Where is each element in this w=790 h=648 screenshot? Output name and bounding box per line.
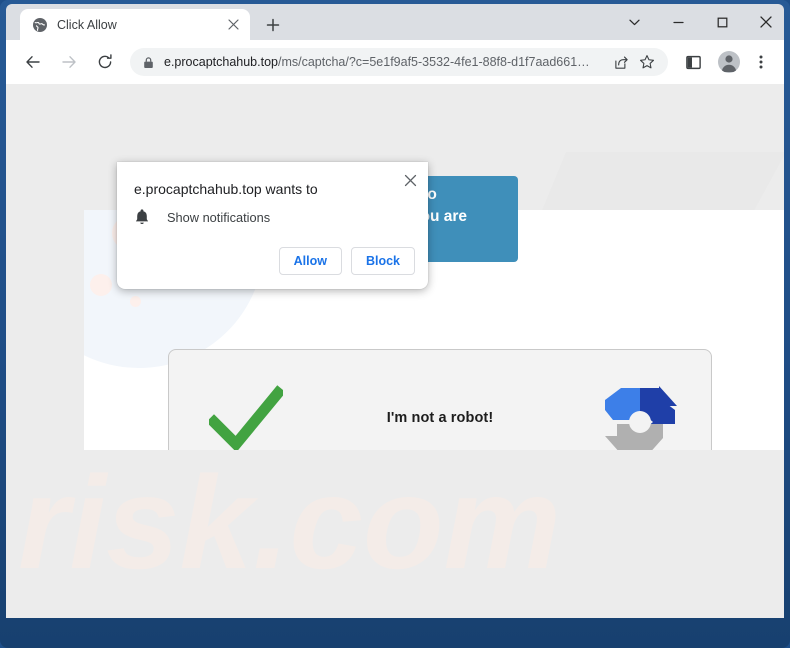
address-bar[interactable]: e.procaptchahub.top/ms/captcha/?c=5e1f9a…: [130, 48, 668, 76]
globe-icon: [33, 17, 47, 32]
reload-button[interactable]: [90, 47, 120, 77]
url-path: /ms/captcha/?c=5e1f9af5-3532-4fe1-88f8-d…: [277, 55, 590, 69]
browser-tab[interactable]: Click Allow: [20, 9, 250, 40]
chevron-down-icon: [628, 19, 640, 25]
dialog-title: e.procaptchahub.top wants to: [134, 181, 318, 197]
three-dot-menu-icon: [759, 55, 763, 69]
promo-banner: Click «Allow» to confirm that you are no…: [422, 176, 518, 262]
arrow-left-icon: [26, 56, 40, 68]
plus-icon: [266, 18, 280, 32]
maximize-button[interactable]: [700, 6, 744, 38]
green-checkmark-icon: [209, 385, 283, 450]
permission-request-row: Show notifications: [134, 208, 270, 226]
lock-icon: [144, 56, 153, 68]
reload-icon: [98, 54, 112, 69]
tab-title: Click Allow: [57, 17, 117, 32]
close-window-button[interactable]: [744, 6, 788, 38]
profile-button[interactable]: [714, 47, 744, 77]
permission-request-label: Show notifications: [167, 209, 271, 225]
maximize-icon: [717, 17, 727, 27]
tab-search-button[interactable]: [612, 6, 656, 38]
url-domain: e.procaptchahub.top: [164, 55, 278, 69]
dialog-close-button[interactable]: [399, 169, 421, 191]
minimize-icon: [672, 21, 684, 23]
close-icon: [227, 19, 239, 30]
minimize-button[interactable]: [656, 6, 700, 38]
notification-permission-dialog: e.procaptchahub.top wants to Show notifi…: [117, 162, 428, 289]
arrow-right-icon: [62, 56, 76, 68]
watermark-risk-domain: risk.com: [18, 452, 561, 596]
bell-icon: [135, 209, 149, 225]
tab-close-button[interactable]: [224, 16, 242, 34]
captcha-box[interactable]: I'm not a robot!: [168, 349, 712, 450]
dialog-actions: Allow Block: [278, 247, 415, 275]
allow-button[interactable]: Allow: [278, 247, 342, 275]
side-panel-button[interactable]: [678, 47, 708, 77]
url-text: e.procaptchahub.top/ms/captcha/?c=5e1f9a…: [164, 55, 610, 69]
browser-window: Click Allow e.procaptchahub.top/ms/captc…: [0, 0, 790, 648]
back-button[interactable]: [18, 47, 48, 77]
forward-button[interactable]: [54, 47, 84, 77]
close-icon: [404, 174, 416, 186]
svg-text:risk.com: risk.com: [18, 452, 561, 596]
block-button[interactable]: Block: [350, 247, 415, 275]
decorative-dot: [130, 296, 141, 307]
profile-avatar-icon: [718, 51, 740, 73]
decorative-dot: [90, 274, 112, 296]
side-panel-icon: [685, 55, 701, 69]
browser-toolbar: e.procaptchahub.top/ms/captcha/?c=5e1f9a…: [6, 40, 784, 84]
promo-banner-text: Click «Allow» to confirm that you are no…: [422, 186, 467, 225]
tab-strip: Click Allow: [6, 4, 784, 40]
page-viewport: risk.com I'm not a robot! to ou are e.pr…: [6, 84, 784, 618]
bookmark-button[interactable]: [634, 49, 660, 75]
star-icon: [639, 55, 655, 69]
close-icon: [760, 16, 772, 28]
browser-menu-button[interactable]: [746, 47, 776, 77]
recycle-refresh-logo-icon: [605, 386, 677, 450]
new-tab-button[interactable]: [260, 12, 286, 38]
share-button[interactable]: [610, 51, 632, 73]
share-icon: [614, 56, 628, 69]
